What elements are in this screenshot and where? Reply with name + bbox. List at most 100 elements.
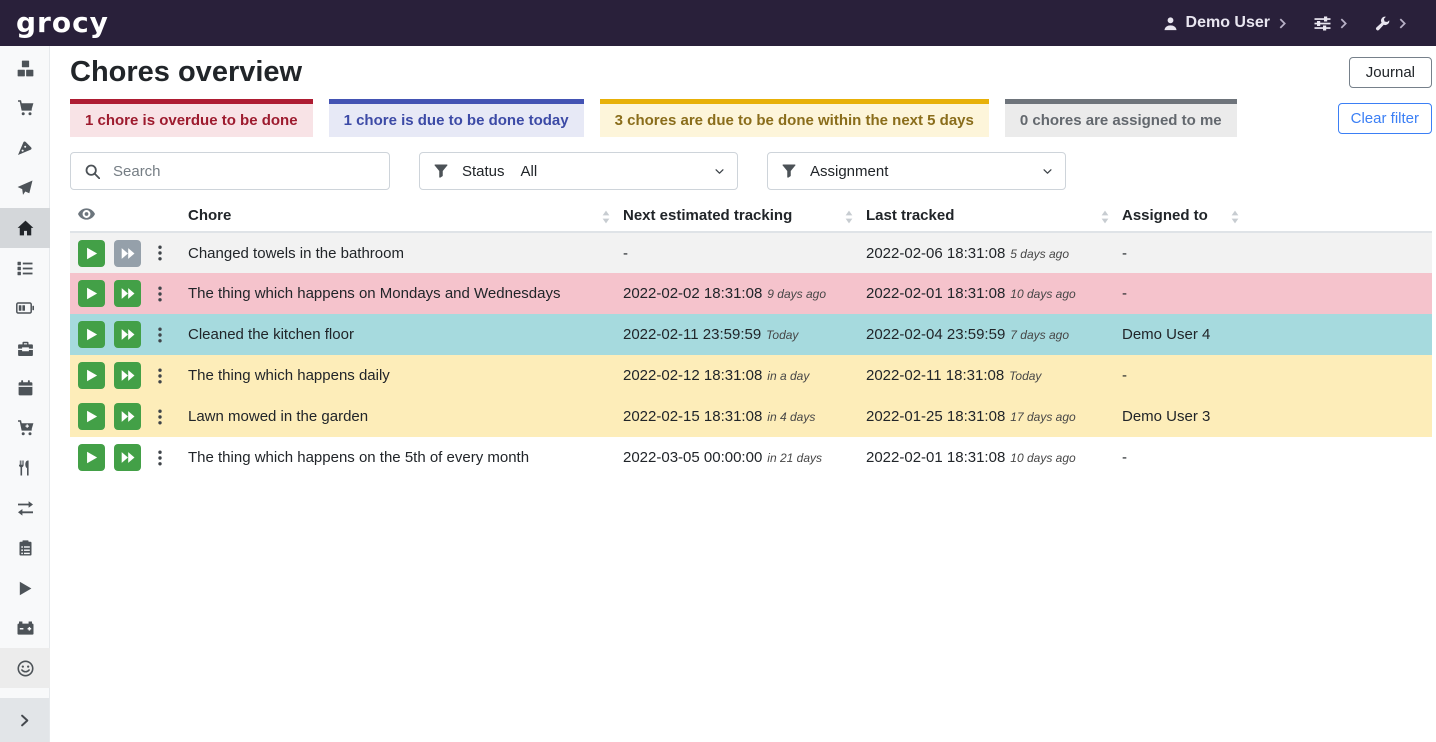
row-spacer-cell (1244, 437, 1432, 478)
caret-down-icon (714, 166, 725, 177)
chore-name-cell: The thing which happens on Mondays and W… (180, 273, 615, 314)
last-tracked-cell: 2022-02-01 18:31:08 10 days ago (858, 273, 1114, 314)
assignment-filter-select[interactable] (892, 153, 1065, 189)
search-input[interactable] (113, 163, 389, 180)
track-execution-button[interactable] (78, 280, 105, 307)
smiley-icon (17, 660, 34, 677)
row-actions-cell (70, 355, 180, 396)
column-header-next-tracking[interactable]: Next estimated tracking (615, 202, 858, 232)
skip-next-tracking-button[interactable] (114, 444, 141, 471)
brand-logo[interactable]: grocy (16, 9, 109, 37)
summary-card-due-today[interactable]: 1 chore is due to be done today (329, 99, 584, 137)
track-execution-button[interactable] (78, 362, 105, 389)
table-row: Changed towels in the bathroom - 2022-02… (70, 232, 1432, 273)
row-menu-button[interactable] (151, 444, 169, 471)
sidebar-item-battery-tracking[interactable] (0, 608, 50, 648)
next-tracking-time: - (623, 245, 628, 262)
chevron-right-icon (1340, 18, 1347, 29)
next-tracking-relative: 9 days ago (767, 287, 826, 301)
last-tracked-cell: 2022-02-01 18:31:0810 days ago (858, 437, 1114, 478)
exchange-icon (17, 500, 34, 516)
last-tracked-time: 2022-02-04 23:59:59 (866, 326, 1005, 343)
sidebar-item-consume[interactable] (0, 448, 50, 488)
row-menu-button[interactable] (151, 240, 169, 267)
caret-down-icon (1042, 166, 1053, 177)
assigned-to-cell: - (1114, 273, 1244, 314)
sidebar-item-recipes[interactable] (0, 128, 50, 168)
ellipsis-vertical-icon (158, 327, 162, 343)
clear-filter-button[interactable]: Clear filter (1338, 103, 1432, 134)
sidebar-item-purchase[interactable] (0, 408, 50, 448)
visibility-column-toggle[interactable] (70, 202, 180, 232)
status-filter-value: All (521, 163, 538, 180)
track-execution-button[interactable] (78, 444, 105, 471)
sidebar-item-chore-tracking[interactable] (0, 568, 50, 608)
skip-next-tracking-button[interactable] (114, 240, 141, 267)
skip-next-tracking-button[interactable] (114, 403, 141, 430)
sliders-icon (1314, 16, 1331, 31)
next-tracking-time: 2022-03-05 00:00:00 (623, 449, 762, 466)
track-execution-button[interactable] (78, 403, 105, 430)
calendar-icon (18, 380, 33, 396)
row-menu-button[interactable] (151, 280, 169, 307)
next-tracking-relative: in a day (767, 369, 809, 383)
next-tracking-relative: Today (766, 328, 798, 342)
clipboard-list-icon (19, 540, 32, 556)
last-tracked-time: 2022-01-25 18:31:08 (866, 408, 1005, 425)
user-menu[interactable]: Demo User (1163, 14, 1286, 32)
track-execution-button[interactable] (78, 321, 105, 348)
sidebar-item-transfer[interactable] (0, 488, 50, 528)
assigned-to-cell: - (1114, 232, 1244, 273)
play-icon (19, 581, 32, 596)
status-filter-select[interactable]: All (509, 153, 737, 189)
sidebar-item-chores-overview[interactable] (0, 208, 50, 248)
filter-icon (768, 164, 810, 178)
row-menu-button[interactable] (151, 362, 169, 389)
car-battery-icon (17, 621, 34, 635)
sidebar-item-mood[interactable] (0, 648, 50, 688)
sidebar-item-batteries-overview[interactable] (0, 288, 50, 328)
ellipsis-vertical-icon (158, 286, 162, 302)
fast-forward-icon (121, 451, 135, 464)
summary-card-overdue[interactable]: 1 chore is overdue to be done (70, 99, 313, 137)
next-tracking-relative: in 4 days (767, 410, 815, 424)
next-tracking-cell: 2022-02-15 18:31:08in 4 days (615, 396, 858, 437)
sidebar-item-shopping-list[interactable] (0, 88, 50, 128)
column-header-chore[interactable]: Chore (180, 202, 615, 232)
row-spacer-cell (1244, 273, 1432, 314)
sort-icon (845, 210, 853, 223)
journal-button[interactable]: Journal (1349, 57, 1432, 88)
skip-next-tracking-button[interactable] (114, 280, 141, 307)
table-header-row: Chore Next estimated tracking Last track… (70, 202, 1432, 232)
sidebar-collapse-toggle[interactable] (0, 698, 49, 742)
skip-next-tracking-button[interactable] (114, 362, 141, 389)
column-header-assigned-to[interactable]: Assigned to (1114, 202, 1244, 232)
chores-table-body: Changed towels in the bathroom - 2022-02… (70, 232, 1432, 478)
sidebar-item-inventory[interactable] (0, 528, 50, 568)
chore-name-cell: The thing which happens on the 5th of ev… (180, 437, 615, 478)
skip-next-tracking-button[interactable] (114, 321, 141, 348)
row-menu-button[interactable] (151, 321, 169, 348)
summary-card-assigned-me[interactable]: 0 chores are assigned to me (1005, 99, 1237, 137)
column-header-last-tracked[interactable]: Last tracked (858, 202, 1114, 232)
track-execution-button[interactable] (78, 240, 105, 267)
chore-name-cell: Changed towels in the bathroom (180, 232, 615, 273)
last-tracked-time: 2022-02-01 18:31:08 (866, 285, 1005, 302)
admin-menu[interactable] (1375, 16, 1406, 31)
settings-menu[interactable] (1314, 16, 1347, 31)
play-icon (86, 247, 98, 260)
last-tracked-relative: 10 days ago (1010, 287, 1075, 301)
sidebar-item-equipment[interactable] (0, 328, 50, 368)
status-filter-label: Status (462, 163, 505, 180)
row-menu-button[interactable] (151, 403, 169, 430)
sidebar-item-calendar[interactable] (0, 368, 50, 408)
sidebar-item-meal-plan[interactable] (0, 168, 50, 208)
row-actions-cell (70, 273, 180, 314)
row-actions-cell (70, 437, 180, 478)
sidebar-item-stock-overview[interactable] (0, 48, 50, 88)
toolbox-icon (17, 341, 34, 356)
summary-card-due-soon[interactable]: 3 chores are due to be done within the n… (600, 99, 989, 137)
sidebar-item-tasks[interactable] (0, 248, 50, 288)
next-tracking-time: 2022-02-11 23:59:59 (623, 326, 761, 343)
last-tracked-time: 2022-02-06 18:31:08 (866, 245, 1005, 262)
